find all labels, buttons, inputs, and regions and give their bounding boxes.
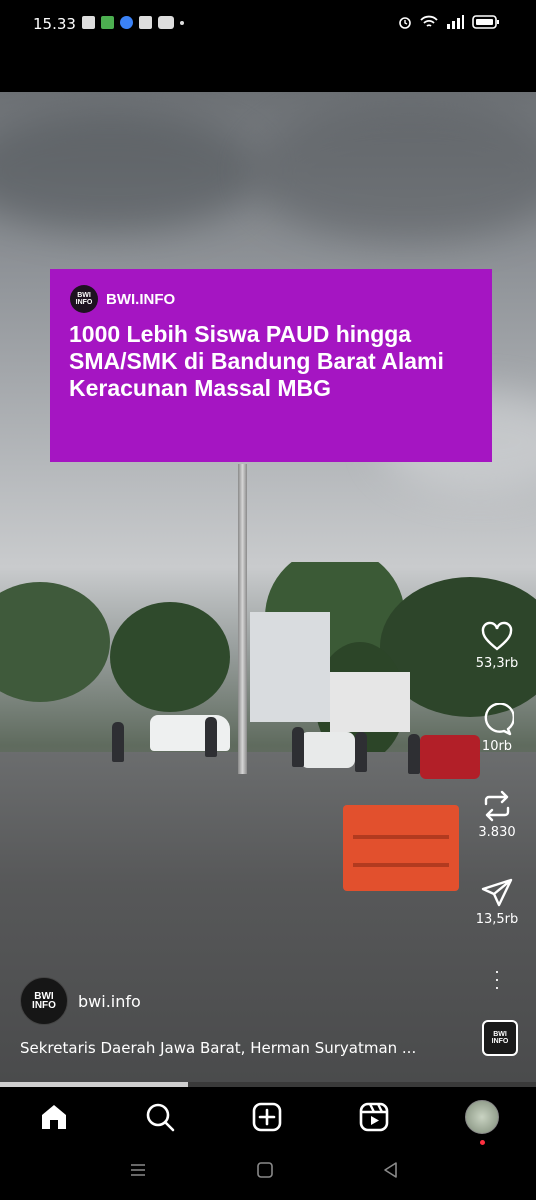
brand-name: BWI.INFO <box>106 290 176 308</box>
person <box>112 722 124 762</box>
status-bar: 15.33 <box>0 0 536 46</box>
nav-search[interactable] <box>142 1099 178 1135</box>
road-barrier <box>343 805 459 891</box>
headline-text: 1000 Lebih Siswa PAUD hingga SMA/SMK di … <box>69 321 444 401</box>
more-vertical-icon[interactable]: · · · <box>494 962 500 996</box>
home-square-icon[interactable] <box>256 1161 274 1184</box>
headline-banner: BWI INFO BWI.INFO 1000 Lebih Siswa PAUD … <box>50 269 492 462</box>
send-icon <box>481 878 513 907</box>
nav-reels[interactable] <box>356 1099 392 1135</box>
author-username[interactable]: bwi.info <box>78 992 141 1011</box>
profile-avatar <box>465 1100 499 1134</box>
heart-icon <box>481 621 513 651</box>
post-author[interactable]: BWI INFO bwi.info <box>20 977 141 1025</box>
share-count: 13,5rb <box>475 912 519 927</box>
person <box>292 727 304 767</box>
status-time: 15.33 <box>33 15 76 33</box>
youtube-icon <box>158 16 174 29</box>
system-icons <box>398 15 500 29</box>
person <box>408 734 420 774</box>
back-icon[interactable] <box>382 1161 400 1184</box>
nav-create[interactable] <box>249 1099 285 1135</box>
reel-video[interactable]: BWI INFO BWI.INFO 1000 Lebih Siswa PAUD … <box>0 92 536 1082</box>
create-icon <box>252 1102 282 1132</box>
notification-icons <box>82 16 184 29</box>
bottom-navigation <box>0 1087 536 1147</box>
notification-dot <box>480 1140 485 1145</box>
building <box>330 672 410 732</box>
repost-icon <box>484 790 510 822</box>
browser-icon <box>120 16 133 29</box>
menu-icon[interactable] <box>129 1161 147 1184</box>
repost-button[interactable]: 3.830 <box>470 789 524 840</box>
nav-home[interactable] <box>36 1099 72 1135</box>
car <box>300 732 355 768</box>
repost-count: 3.830 <box>478 825 516 840</box>
top-bar <box>0 46 536 92</box>
nav-profile[interactable] <box>464 1099 500 1145</box>
like-count: 53,3rb <box>475 656 519 671</box>
home-icon <box>42 1105 66 1129</box>
audio-thumbnail[interactable]: BWI INFO <box>482 1020 518 1056</box>
reels-icon <box>359 1102 389 1132</box>
wifi-icon <box>420 15 438 27</box>
author-avatar[interactable]: BWI INFO <box>20 977 68 1025</box>
comment-count: 10rb <box>481 739 513 754</box>
cloud <box>0 112 260 232</box>
search-icon <box>146 1103 175 1132</box>
system-navigation <box>0 1147 536 1200</box>
signal-icon <box>447 15 464 29</box>
battery-icon <box>472 15 499 29</box>
facebook-icon <box>82 16 95 29</box>
brand-logo: BWI INFO <box>70 285 98 313</box>
share-button[interactable]: 13,5rb <box>470 876 524 927</box>
comment-icon <box>484 703 514 736</box>
facebook-icon <box>139 16 152 29</box>
utility-pole <box>238 464 247 774</box>
ambulance <box>150 715 230 751</box>
alarm-icon <box>399 17 411 29</box>
person <box>355 732 367 772</box>
comment-button[interactable]: 10rb <box>470 703 524 754</box>
like-button[interactable]: 53,3rb <box>470 620 524 671</box>
post-caption[interactable]: Sekretaris Daerah Jawa Barat, Herman Sur… <box>20 1039 416 1057</box>
chat-app-icon <box>101 16 114 29</box>
banner-brand: BWI INFO BWI.INFO <box>70 285 175 313</box>
person <box>205 717 217 757</box>
dot-icon <box>180 20 184 25</box>
cloud <box>250 102 536 242</box>
road <box>0 752 536 1082</box>
building <box>250 612 330 722</box>
